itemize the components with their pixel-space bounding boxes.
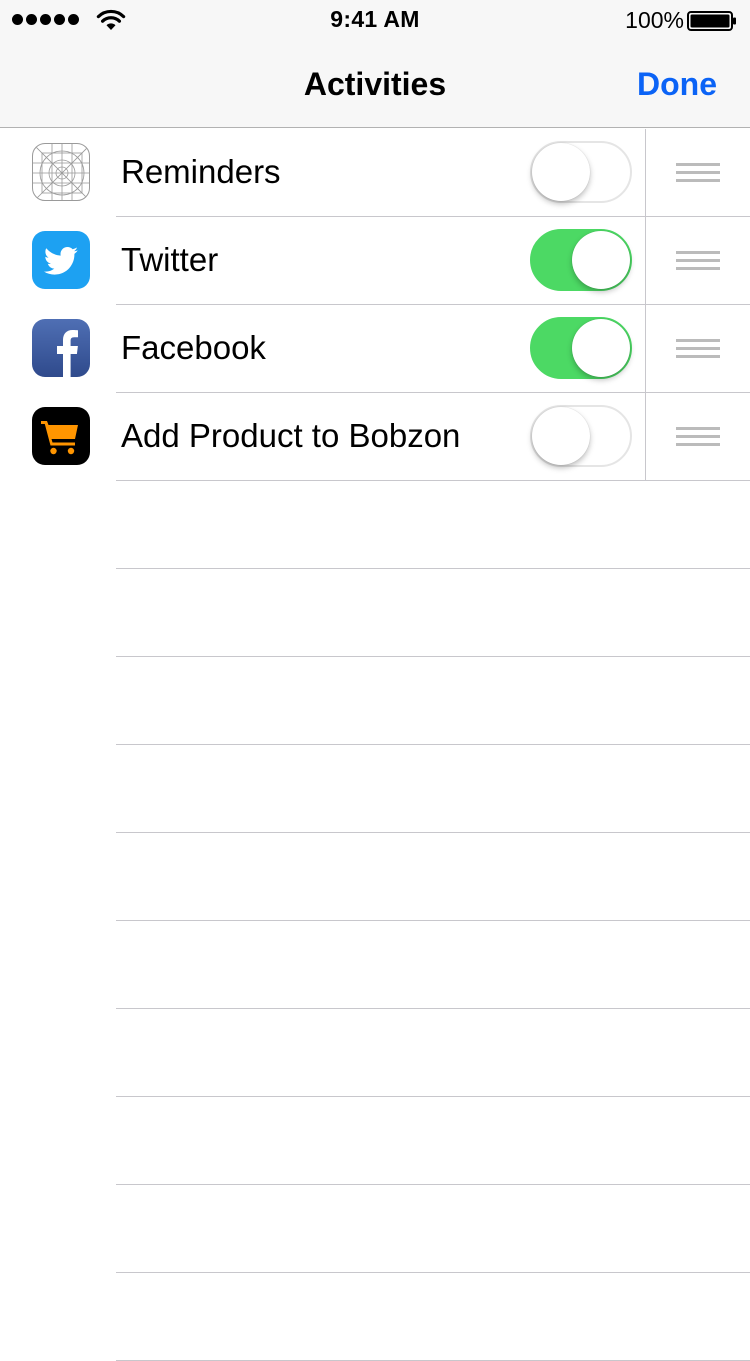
empty-row — [0, 1185, 750, 1273]
empty-row — [0, 657, 750, 745]
empty-row — [0, 833, 750, 921]
activity-row-twitter: Twitter — [0, 217, 750, 305]
reorder-cell — [645, 129, 750, 217]
activity-label: Add Product to Bobzon — [121, 417, 461, 454]
toggle-knob — [572, 319, 630, 377]
twitter-toggle[interactable] — [530, 229, 632, 291]
activity-label: Reminders — [121, 153, 281, 190]
activity-label: Facebook — [121, 329, 266, 366]
activity-row-facebook: Facebook — [0, 305, 750, 393]
empty-row — [0, 1097, 750, 1185]
facebook-toggle[interactable] — [530, 317, 632, 379]
toggle-knob — [572, 231, 630, 289]
reminders-placeholder-icon — [32, 143, 90, 201]
twitter-icon — [32, 231, 90, 289]
reorder-cell — [645, 217, 750, 305]
reorder-cell — [645, 393, 750, 481]
done-button[interactable]: Done — [637, 66, 717, 103]
reorder-handle-icon[interactable] — [676, 427, 720, 447]
empty-row — [0, 481, 750, 569]
status-bar: 9:41 AM 100% — [0, 0, 750, 40]
facebook-icon — [32, 319, 90, 377]
top-bar: 9:41 AM 100% Activities Done — [0, 0, 750, 128]
reminders-toggle[interactable] — [530, 141, 632, 203]
toggle-knob — [532, 143, 590, 201]
bobzon-cart-icon — [32, 407, 90, 465]
battery-icon — [687, 11, 736, 31]
activity-row-reminders: Reminders — [0, 129, 750, 217]
reorder-cell — [645, 305, 750, 393]
empty-row — [0, 569, 750, 657]
activity-label: Twitter — [121, 241, 219, 278]
bobzon-toggle[interactable] — [530, 405, 632, 467]
battery-percent: 100% — [625, 7, 684, 33]
empty-row — [0, 921, 750, 1009]
reorder-handle-icon[interactable] — [676, 339, 720, 359]
reorder-handle-icon[interactable] — [676, 251, 720, 271]
reorder-handle-icon[interactable] — [676, 163, 720, 183]
empty-row — [0, 1273, 750, 1361]
empty-row — [0, 1009, 750, 1097]
activity-row-bobzon: Add Product to Bobzon — [0, 393, 750, 481]
empty-row — [0, 745, 750, 833]
activities-table: Reminders Twitter Facebook Add Product t… — [0, 129, 750, 1361]
toggle-knob — [532, 407, 590, 465]
